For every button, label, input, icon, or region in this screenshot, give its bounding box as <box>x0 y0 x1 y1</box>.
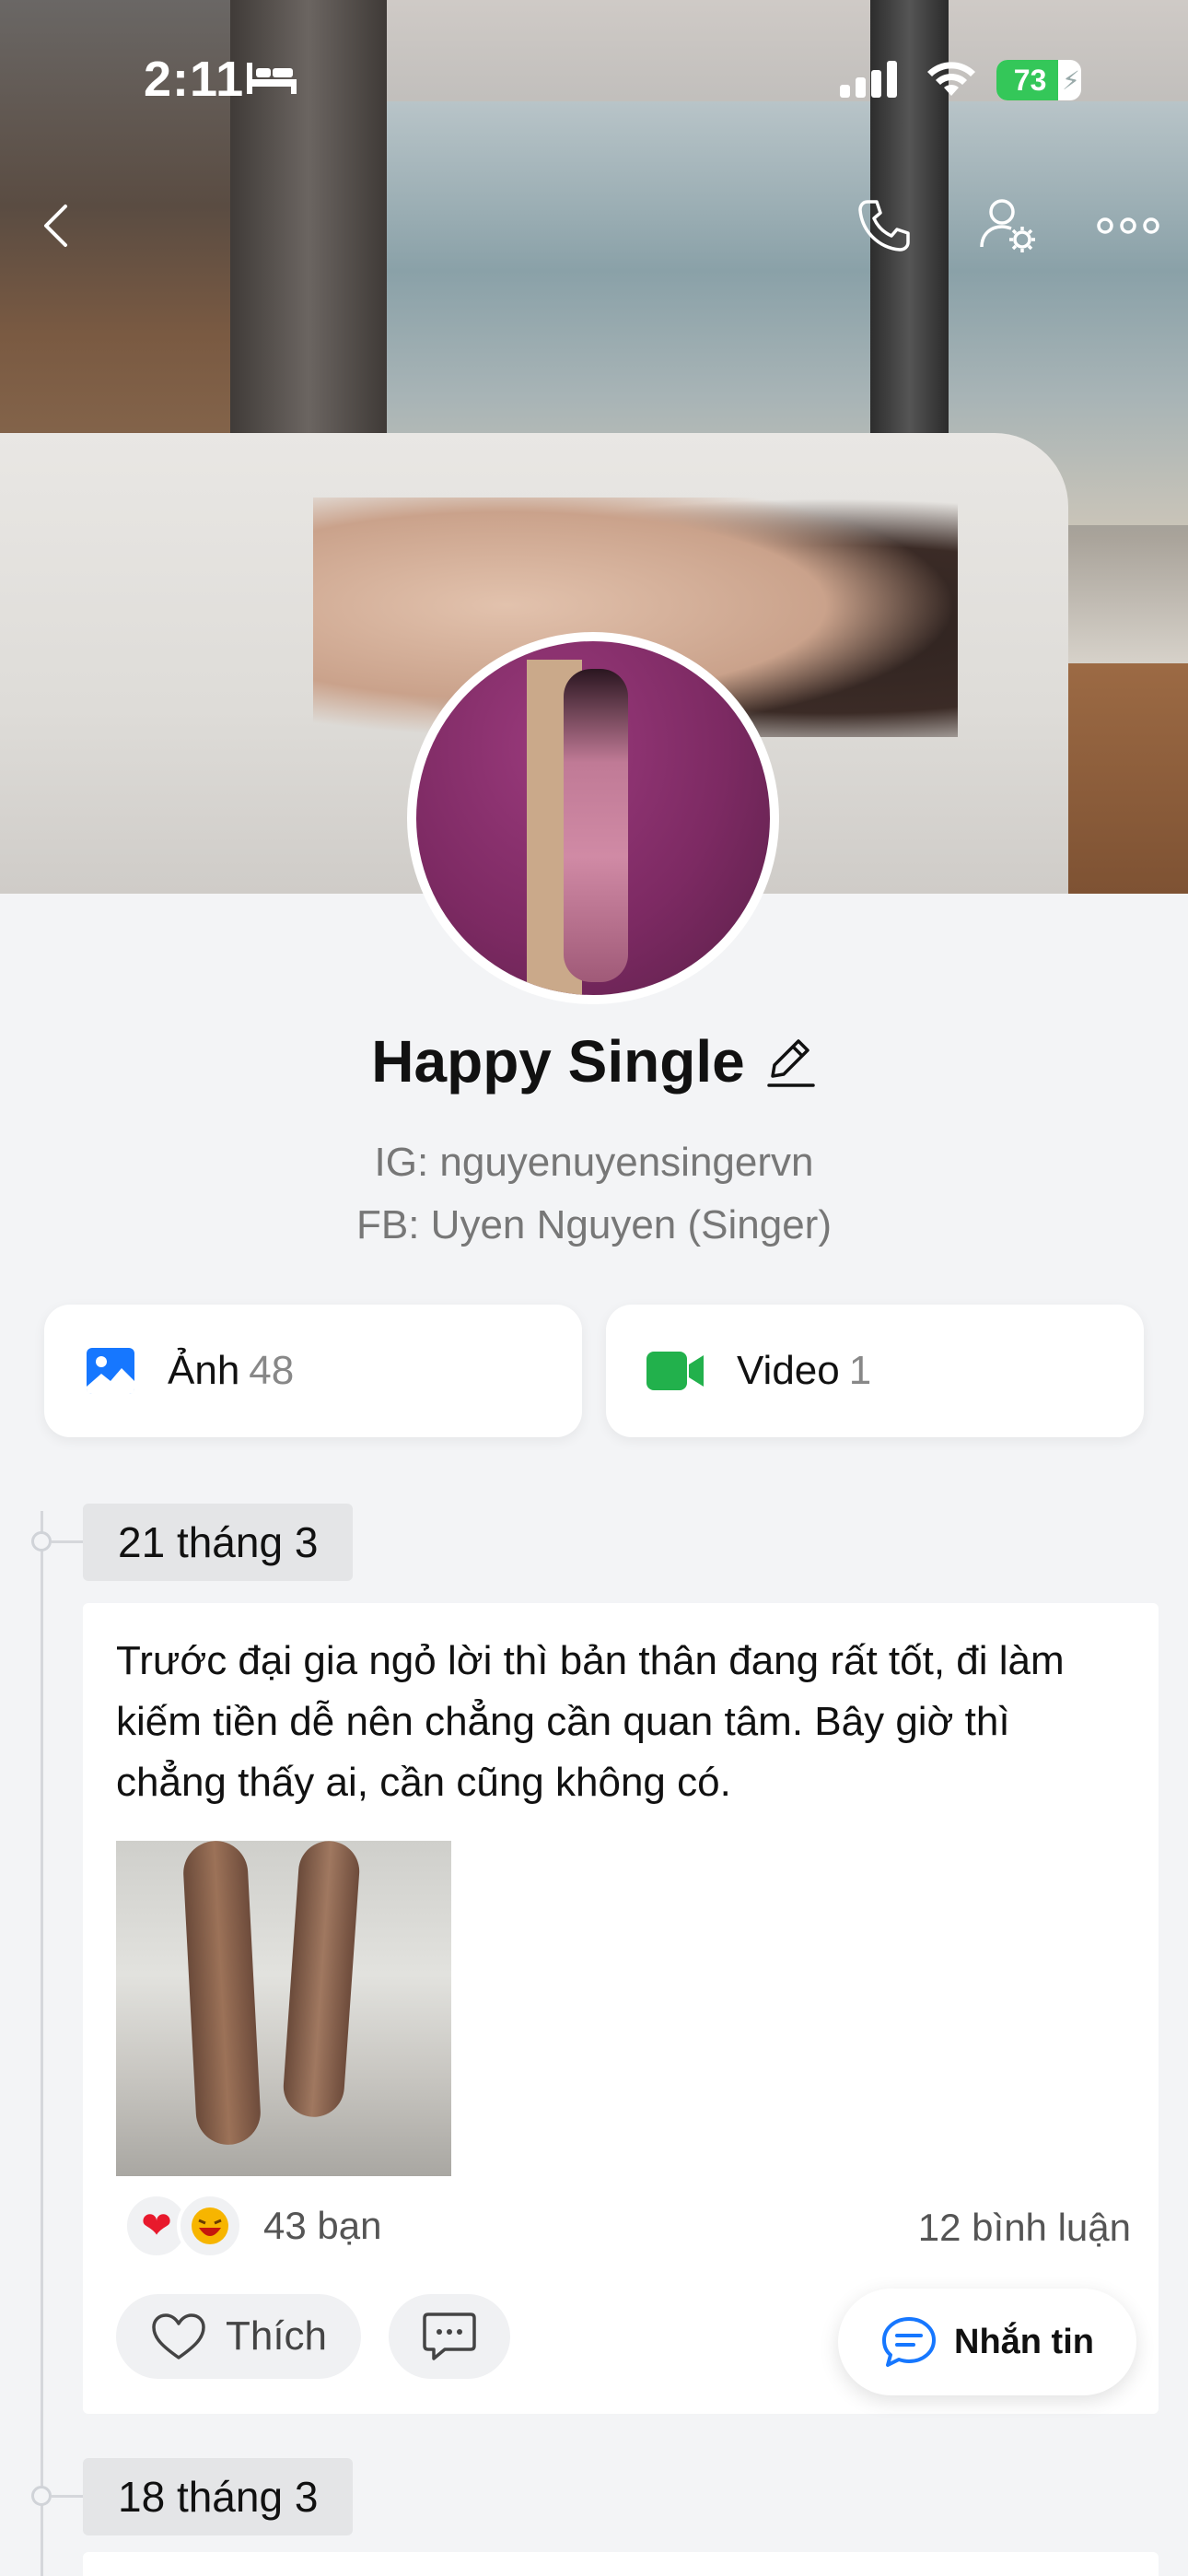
post-text: Trước đại gia ngỏ lời thì bản thân đang … <box>116 1638 1065 1805</box>
timeline-post[interactable] <box>83 2552 1159 2576</box>
battery-icon: 73 ⚡ <box>996 60 1081 100</box>
comment-button[interactable] <box>389 2294 510 2379</box>
message-label: Nhắn tin <box>954 2322 1094 2361</box>
cellular-signal-icon <box>840 61 897 98</box>
message-button[interactable]: Nhắn tin <box>838 2289 1136 2395</box>
like-button[interactable]: Thích <box>116 2294 361 2379</box>
chat-icon <box>882 2317 936 2367</box>
comment-icon <box>423 2313 476 2360</box>
wifi-icon <box>924 57 979 102</box>
sleep-mode-icon <box>247 63 297 99</box>
status-time: 2:11 <box>144 52 245 107</box>
pencil-icon <box>766 1039 815 1087</box>
profile-name: Happy Single <box>371 1028 745 1095</box>
profile-name-row: Happy Single <box>0 1027 1188 1095</box>
reaction-count: 43 bạn <box>263 2204 382 2247</box>
image-icon <box>87 1348 134 1394</box>
date-chip: 18 tháng 3 <box>83 2458 354 2535</box>
bio-line-instagram: IG: nguyenuyensingervn <box>374 1140 814 1185</box>
video-camera-icon <box>646 1352 704 1390</box>
phone-icon <box>858 200 910 252</box>
avatar-photo <box>416 641 770 995</box>
back-button[interactable] <box>29 189 81 263</box>
post-photo-leg <box>281 1841 362 2119</box>
videos-label: Video <box>737 1348 840 1393</box>
photos-card[interactable]: Ảnh 48 <box>44 1305 582 1437</box>
timeline-line <box>41 1511 43 2576</box>
timeline-dot <box>31 1531 52 1551</box>
comment-count[interactable]: 12 bình luận <box>918 2206 1131 2250</box>
reaction-summary[interactable]: ❤ 43 bạn <box>123 2193 381 2259</box>
laugh-reaction-icon <box>177 2193 243 2259</box>
edit-name-button[interactable] <box>765 1034 817 1089</box>
status-bar: 2:11 73 ⚡ <box>0 0 1188 157</box>
avatar-figure <box>564 669 628 982</box>
bio-line-facebook: FB: Uyen Nguyen (Singer) <box>356 1202 832 1247</box>
chevron-left-icon <box>44 205 67 247</box>
photos-label: Ảnh <box>168 1348 240 1393</box>
user-settings-icon <box>980 199 1035 252</box>
more-options-button[interactable] <box>1091 193 1165 258</box>
post-photo[interactable] <box>116 1841 451 2176</box>
heart-outline-icon <box>152 2313 205 2359</box>
battery-level: 73 <box>996 60 1059 100</box>
call-button[interactable] <box>847 189 921 263</box>
videos-card[interactable]: Video 1 <box>606 1305 1144 1437</box>
post-photo-leg <box>181 1841 262 2147</box>
photos-count: 48 <box>249 1348 295 1393</box>
videos-count: 1 <box>848 1348 872 1393</box>
like-label: Thích <box>225 2313 328 2359</box>
date-chip: 21 tháng 3 <box>83 1504 354 1581</box>
profile-settings-button[interactable] <box>972 189 1045 263</box>
charging-icon: ⚡ <box>1062 65 1080 95</box>
avatar[interactable] <box>407 632 779 1004</box>
profile-bio: IG: nguyenuyensingervn FB: Uyen Nguyen (… <box>0 1131 1188 1257</box>
timeline-dot <box>31 2486 52 2506</box>
timeline-tick <box>52 1540 83 1543</box>
timeline-tick <box>52 2495 83 2498</box>
cover-floor <box>1068 663 1188 894</box>
ellipsis-icon <box>1097 217 1159 234</box>
